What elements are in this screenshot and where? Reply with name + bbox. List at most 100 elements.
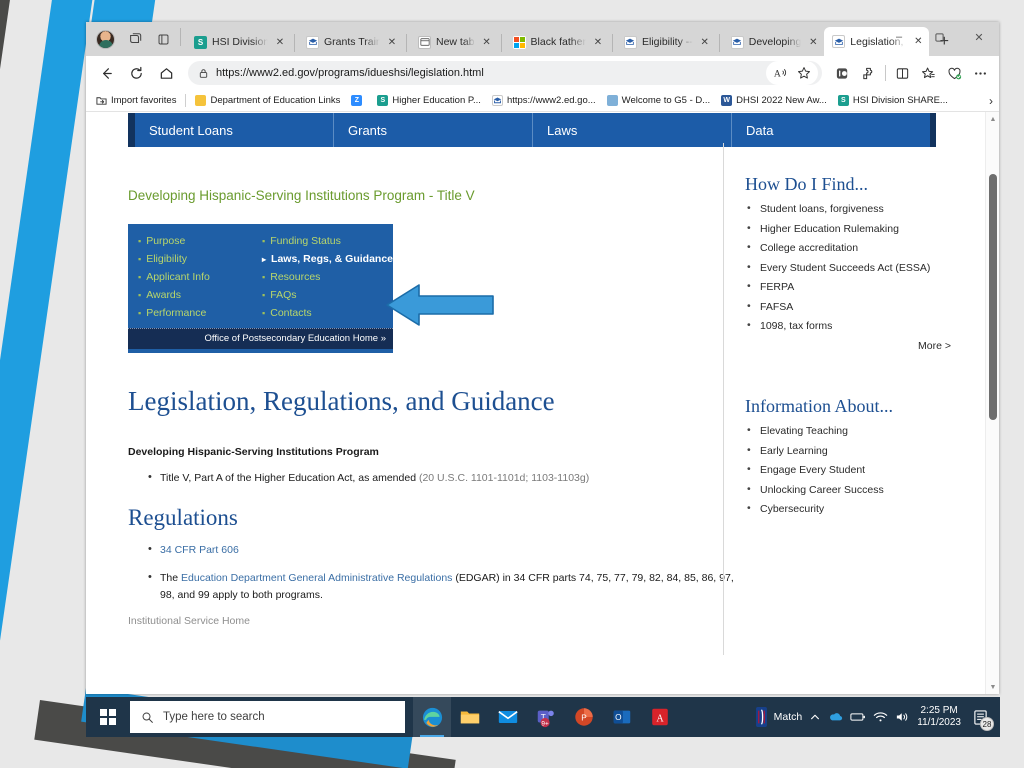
ope-home-link[interactable]: Office of Postsecondary Education Home » <box>128 328 393 349</box>
taskbar-mail-button[interactable] <box>489 697 527 737</box>
volume-icon[interactable] <box>895 711 910 723</box>
list-item[interactable]: Higher Education Rulemaking <box>745 222 975 235</box>
browser-tab-grants-training[interactable]: Grants Trainin ✕ <box>298 28 403 56</box>
browser-tab-eligibility[interactable]: Eligibility -- ✕ <box>616 28 716 56</box>
bookmark-www2-ed-gov[interactable]: https://www2.ed.go... <box>488 94 600 107</box>
nav-grants[interactable]: Grants <box>334 113 533 147</box>
close-icon[interactable]: ✕ <box>480 35 494 49</box>
program-nav-laws-regs-guidance[interactable]: ▸ Laws, Regs, & Guidance <box>262 250 393 268</box>
taskbar-teams-button[interactable]: T 9+ <box>527 697 565 737</box>
close-icon[interactable]: ✕ <box>698 35 712 49</box>
program-nav-funding-status[interactable]: ▪ Funding Status <box>262 232 393 250</box>
battery-icon[interactable] <box>850 711 866 723</box>
bookmark-import-favorites[interactable]: Import favorites <box>92 94 180 107</box>
home-icon[interactable] <box>152 59 180 87</box>
bookmark-welcome-to-g5[interactable]: Welcome to G5 - D... <box>603 94 715 107</box>
bookmark-hsi-division-share[interactable]: S HSI Division SHARE... <box>834 94 952 107</box>
bookmark-higher-education-p[interactable]: S Higher Education P... <box>373 94 485 107</box>
program-nav-applicant-info[interactable]: ▪ Applicant Info <box>138 268 256 286</box>
search-icon <box>141 711 154 724</box>
collections-icon[interactable] <box>916 61 941 86</box>
svg-text:O: O <box>615 713 622 722</box>
scrollbar-thumb[interactable] <box>989 174 997 420</box>
nav-laws[interactable]: Laws <box>533 113 732 147</box>
minimize-button[interactable]: – <box>879 22 919 52</box>
link-34-cfr-part-606[interactable]: 34 CFR Part 606 <box>160 544 239 556</box>
taskbar-outlook-button[interactable]: O <box>603 697 641 737</box>
institutional-service-home-link[interactable]: Institutional Service Home <box>128 615 250 627</box>
list-item[interactable]: Student loans, forgiveness <box>745 202 975 215</box>
settings-more-icon[interactable] <box>968 61 993 86</box>
bookmark-department-of-education-links[interactable]: Department of Education Links <box>191 94 344 107</box>
nba-icon[interactable] <box>755 707 767 727</box>
taskbar-powerpoint-button[interactable]: P <box>565 697 603 737</box>
sharepoint-icon: S <box>837 95 849 106</box>
browser-tab-hsi-division[interactable]: S HSI Division ✕ <box>186 28 291 56</box>
list-item[interactable]: Every Student Succeeds Act (ESSA) <box>745 261 975 274</box>
list-item[interactable]: College accreditation <box>745 241 975 254</box>
browser-workspaces-icon[interactable] <box>122 26 148 52</box>
refresh-icon[interactable] <box>122 59 150 87</box>
extensions-icon[interactable] <box>856 61 881 86</box>
browser-tab-black-father[interactable]: Black father ✕ <box>505 28 609 56</box>
site-info-lock-icon[interactable] <box>198 68 209 79</box>
nav-data[interactable]: Data <box>732 113 930 147</box>
close-icon[interactable]: ✕ <box>385 35 399 49</box>
list-item[interactable]: FERPA <box>745 280 975 293</box>
bookmark-dhsi-2022-new-award[interactable]: W DHSI 2022 New Aw... <box>717 94 831 107</box>
list-item[interactable]: 1098, tax forms <box>745 319 975 332</box>
taskbar-edge-button[interactable] <box>413 697 451 737</box>
close-icon[interactable]: ✕ <box>591 35 605 49</box>
link-edgar[interactable]: Education Department General Administrat… <box>181 572 452 584</box>
bookmarks-overflow-chevron-icon[interactable]: › <box>989 94 993 108</box>
program-nav-resources[interactable]: ▪ Resources <box>262 268 393 286</box>
favorite-star-icon[interactable] <box>793 62 815 84</box>
browser-tab-new-tab[interactable]: New tab ✕ <box>410 28 498 56</box>
program-nav-awards[interactable]: ▪ Awards <box>138 286 256 304</box>
list-item[interactable]: Engage Every Student <box>745 463 975 476</box>
program-nav-contacts[interactable]: ▪ Contacts <box>262 304 393 322</box>
page-scrollbar[interactable]: ▲ ▼ <box>985 112 999 694</box>
annotation-left-arrow <box>385 282 495 328</box>
maximize-button[interactable] <box>919 22 959 52</box>
taskbar-adobe-acrobat-button[interactable]: A <box>641 697 679 737</box>
how-do-i-find-more-link[interactable]: More > <box>745 340 975 352</box>
list-item[interactable]: Cybersecurity <box>745 502 975 515</box>
ed-gov-icon <box>491 95 503 106</box>
close-icon[interactable]: ✕ <box>273 35 287 49</box>
split-screen-icon[interactable] <box>890 61 915 86</box>
program-nav-faqs[interactable]: ▪ FAQs <box>262 286 393 304</box>
list-item[interactable]: Early Learning <box>745 444 975 457</box>
start-button[interactable] <box>86 697 130 737</box>
rail-divider <box>723 143 724 655</box>
onedrive-icon[interactable] <box>828 711 843 723</box>
bookmark-zoom[interactable]: Z <box>347 94 370 107</box>
scroll-up-arrow-icon[interactable]: ▲ <box>986 112 999 126</box>
list-item[interactable]: Elevating Teaching <box>745 424 975 437</box>
scroll-down-arrow-icon[interactable]: ▼ <box>986 680 999 694</box>
read-aloud-icon[interactable]: A <box>769 62 791 84</box>
notification-center-button[interactable]: 28 <box>968 704 994 731</box>
nav-student-loans[interactable]: Student Loans <box>135 113 334 147</box>
taskbar-file-explorer-button[interactable] <box>451 697 489 737</box>
tab-actions-icon[interactable] <box>150 26 176 52</box>
program-nav-label: Funding Status <box>270 235 341 247</box>
profile-avatar[interactable] <box>96 29 115 49</box>
program-nav-purpose[interactable]: ▪ Purpose <box>138 232 256 250</box>
tray-app-label[interactable]: Match <box>774 711 803 723</box>
browser-tab-developing[interactable]: Developing ✕ <box>723 28 825 56</box>
taskbar-search-input[interactable]: Type here to search <box>130 701 405 733</box>
list-item[interactable]: FAFSA <box>745 300 975 313</box>
program-nav-performance[interactable]: ▪ Performance <box>138 304 256 322</box>
close-icon[interactable]: ✕ <box>806 35 820 49</box>
back-icon[interactable] <box>92 59 120 87</box>
tray-overflow-chevron-icon[interactable] <box>809 711 821 723</box>
program-nav-eligibility[interactable]: ▪ Eligibility <box>138 250 256 268</box>
taskbar-clock[interactable]: 2:25 PM 11/1/2023 <box>917 705 961 730</box>
browser-essentials-icon[interactable] <box>942 61 967 86</box>
list-item[interactable]: Unlocking Career Success <box>745 483 975 496</box>
address-bar[interactable]: https://www2.ed.gov/programs/idueshsi/le… <box>188 61 822 85</box>
wifi-icon[interactable] <box>873 711 888 723</box>
copilot-icon[interactable] <box>830 61 855 86</box>
close-button[interactable]: ✕ <box>959 22 999 52</box>
